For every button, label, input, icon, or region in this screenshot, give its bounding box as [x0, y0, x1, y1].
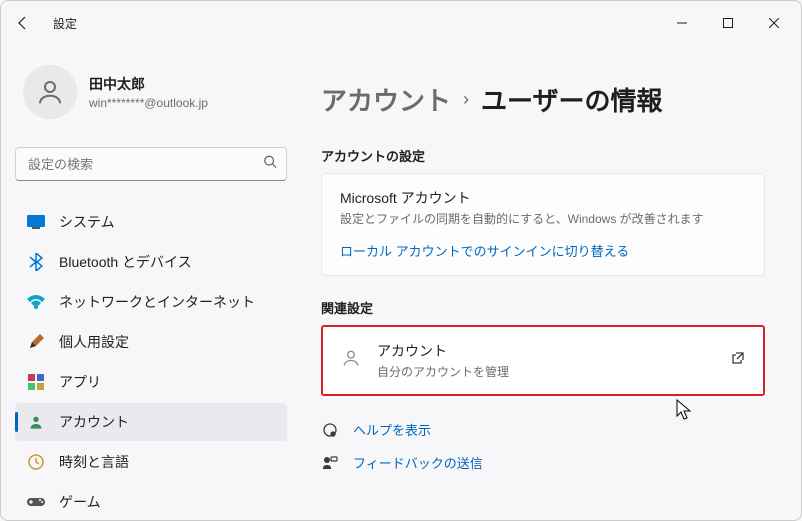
breadcrumb: アカウント › ユーザーの情報: [321, 81, 765, 118]
help-icon: [321, 422, 339, 438]
sidebar-item-network[interactable]: ネットワークとインターネット: [15, 283, 287, 321]
game-icon: [27, 493, 45, 511]
close-button[interactable]: [751, 7, 797, 39]
manage-account-subtitle: 自分のアカウントを管理: [377, 363, 509, 380]
window-controls: [659, 7, 797, 39]
clock-icon: [27, 453, 45, 471]
help-link[interactable]: ヘルプを表示: [321, 420, 765, 439]
help-link-label: ヘルプを表示: [353, 420, 431, 439]
person-icon: [27, 413, 45, 431]
person-icon: [341, 348, 361, 373]
page-title: ユーザーの情報: [481, 81, 662, 118]
sidebar-item-label: ゲーム: [59, 492, 101, 512]
person-icon: [35, 77, 65, 107]
brush-icon: [27, 333, 45, 351]
sidebar-item-bluetooth[interactable]: Bluetooth とデバイス: [15, 243, 287, 281]
search-icon: [263, 155, 277, 174]
feedback-link[interactable]: フィードバックの送信: [321, 453, 765, 472]
section-account-settings-label: アカウントの設定: [321, 146, 765, 165]
sidebar-item-time-language[interactable]: 時刻と言語: [15, 443, 287, 481]
avatar: [23, 65, 77, 119]
sidebar-item-label: Bluetooth とデバイス: [59, 252, 192, 272]
manage-account-title: アカウント: [377, 341, 509, 361]
user-block[interactable]: 田中太郎 win********@outlook.jp: [15, 65, 287, 119]
sidebar-item-label: 個人用設定: [59, 332, 129, 352]
sidebar: 田中太郎 win********@outlook.jp システム Bluetoo…: [1, 45, 301, 520]
sidebar-item-system[interactable]: システム: [15, 203, 287, 241]
nav-list: システム Bluetooth とデバイス ネットワークとインターネット 個人用設…: [15, 203, 287, 520]
microsoft-account-subtitle: 設定とファイルの同期を自動的にすると、Windows が改善されます: [340, 210, 746, 227]
microsoft-account-card: Microsoft アカウント 設定とファイルの同期を自動的にすると、Windo…: [321, 173, 765, 276]
maximize-button[interactable]: [705, 7, 751, 39]
arrow-left-icon: [15, 15, 31, 31]
apps-icon: [27, 373, 45, 391]
sidebar-item-gaming[interactable]: ゲーム: [15, 483, 287, 520]
bluetooth-icon: [27, 253, 45, 271]
microsoft-account-title: Microsoft アカウント: [340, 188, 746, 208]
switch-local-account-link[interactable]: ローカル アカウントでのサインインに切り替える: [340, 244, 629, 259]
sidebar-item-label: アカウント: [59, 412, 129, 432]
breadcrumb-parent[interactable]: アカウント: [321, 81, 451, 118]
sidebar-item-personalization[interactable]: 個人用設定: [15, 323, 287, 361]
back-button[interactable]: [5, 5, 41, 41]
sidebar-item-label: アプリ: [59, 372, 101, 392]
manage-account-card[interactable]: アカウント 自分のアカウントを管理: [321, 325, 765, 396]
titlebar: 設定: [1, 1, 801, 45]
sidebar-item-accounts[interactable]: アカウント: [15, 403, 287, 441]
chevron-right-icon: ›: [463, 89, 469, 110]
wifi-icon: [27, 293, 45, 311]
user-name: 田中太郎: [89, 74, 208, 94]
search-box: [15, 147, 287, 181]
sidebar-item-label: ネットワークとインターネット: [59, 292, 255, 312]
search-input[interactable]: [15, 147, 287, 181]
feedback-link-label: フィードバックの送信: [353, 453, 483, 472]
sidebar-item-apps[interactable]: アプリ: [15, 363, 287, 401]
user-email: win********@outlook.jp: [89, 96, 208, 110]
feedback-icon: [321, 455, 339, 471]
open-external-icon: [731, 351, 745, 370]
system-icon: [27, 213, 45, 231]
main-panel: アカウント › ユーザーの情報 アカウントの設定 Microsoft アカウント…: [301, 45, 801, 520]
sidebar-item-label: 時刻と言語: [59, 452, 129, 472]
help-list: ヘルプを表示 フィードバックの送信: [321, 420, 765, 472]
sidebar-item-label: システム: [59, 212, 115, 232]
section-related-label: 関連設定: [321, 298, 765, 317]
minimize-button[interactable]: [659, 7, 705, 39]
app-title: 設定: [53, 15, 77, 32]
